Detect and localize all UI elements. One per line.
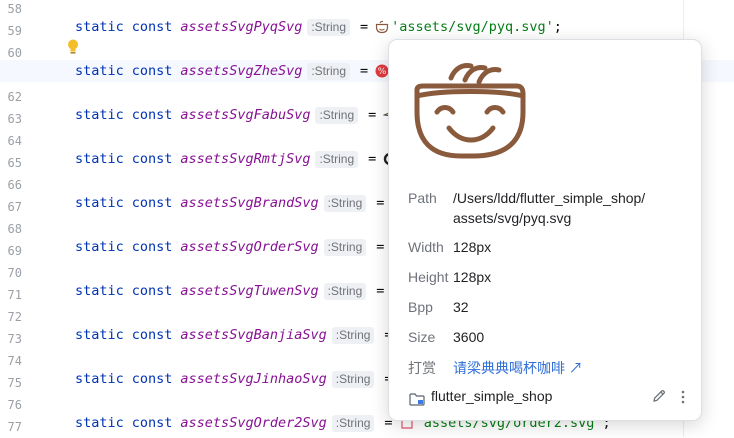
keyword-const: const bbox=[131, 19, 173, 35]
keyword-const: const bbox=[131, 63, 173, 79]
type-hint: :String bbox=[331, 370, 375, 388]
code-line[interactable]: static const assetsSvgFabuSvg :String = bbox=[75, 104, 399, 126]
equals-sign: = bbox=[376, 283, 385, 299]
field-name[interactable]: assetsSvgFabuSvg bbox=[180, 107, 310, 123]
path-value-line2[interactable]: assets/svg/pyq.svg bbox=[453, 210, 571, 226]
equals-sign: = bbox=[360, 19, 369, 35]
keyword-static: static bbox=[75, 19, 124, 35]
line-number: 67 bbox=[7, 200, 22, 214]
field-name[interactable]: assetsSvgOrderSvg bbox=[180, 239, 318, 255]
equals-sign: = bbox=[368, 151, 377, 167]
type-hint: :String bbox=[315, 106, 359, 124]
type-hint: :String bbox=[323, 238, 367, 256]
line-number: 64 bbox=[7, 134, 22, 148]
field-name[interactable]: assetsSvgRmtjSvg bbox=[180, 151, 310, 167]
line-number: 63 bbox=[7, 112, 22, 126]
field-name[interactable]: assetsSvgJinhaoSvg bbox=[180, 371, 326, 387]
keyword-static: static bbox=[75, 239, 124, 255]
type-hint: :String bbox=[323, 194, 367, 212]
keyword-const: const bbox=[131, 371, 173, 387]
keyword-static: static bbox=[75, 63, 124, 79]
field-name[interactable]: assetsSvgBrandSvg bbox=[180, 195, 318, 211]
lightbulb-icon[interactable] bbox=[66, 38, 80, 56]
size-value: 3600 bbox=[453, 329, 485, 345]
type-hint: :String bbox=[307, 18, 351, 36]
code-line[interactable]: staticconstassetsSvgJinhaoSvg:String= bbox=[75, 368, 400, 390]
keyword-static: static bbox=[75, 151, 124, 167]
line-number: 65 bbox=[7, 156, 22, 170]
svg-text:%: % bbox=[378, 67, 387, 77]
line-number: 74 bbox=[7, 354, 22, 368]
type-hint: :String bbox=[323, 282, 367, 300]
smile-bowl-icon bbox=[414, 63, 526, 159]
line-number: 77 bbox=[7, 420, 22, 434]
keyword-static: static bbox=[75, 195, 124, 211]
equals-sign: = bbox=[376, 195, 385, 211]
line-number: 73 bbox=[7, 332, 22, 346]
donate-label: 打赏 bbox=[408, 360, 436, 376]
field-name[interactable]: assetsSvgOrder2Svg bbox=[180, 415, 326, 431]
line-number: 68 bbox=[7, 222, 22, 236]
edit-pencil-icon[interactable] bbox=[651, 388, 667, 404]
line-number: 62 bbox=[7, 90, 22, 104]
string-literal: 'assets/svg/pyq.svg' bbox=[391, 19, 554, 35]
line-number: 70 bbox=[7, 266, 22, 280]
line-number: 69 bbox=[7, 244, 22, 258]
bpp-value: 32 bbox=[453, 299, 469, 315]
code-line[interactable]: static const assetsSvgPyqSvg :String = 'asset… bbox=[75, 16, 562, 38]
height-value: 128px bbox=[453, 269, 492, 285]
type-hint: :String bbox=[315, 150, 359, 168]
field-name[interactable]: assetsSvgTuwenSvg bbox=[180, 283, 318, 299]
line-number: 58 bbox=[7, 2, 22, 16]
height-label: Height bbox=[408, 269, 449, 285]
keyword-static: static bbox=[75, 371, 124, 387]
equals-sign: = bbox=[368, 107, 377, 123]
type-hint: :String bbox=[331, 414, 375, 432]
line-number: 72 bbox=[7, 310, 22, 324]
code-line[interactable]: staticconstassetsSvgZheSvg:String=%' bbox=[75, 60, 399, 82]
type-hint: :String bbox=[331, 326, 375, 344]
smile-bowl-icon[interactable] bbox=[375, 20, 389, 34]
field-name[interactable]: assetsSvgBanjiaSvg bbox=[180, 327, 326, 343]
project-folder-icon bbox=[409, 393, 425, 406]
keyword-static: static bbox=[75, 415, 124, 431]
keyword-const: const bbox=[131, 195, 173, 211]
equals-sign: = bbox=[376, 239, 385, 255]
keyword-const: const bbox=[131, 107, 173, 123]
code-line[interactable]: static const assetsSvgBrandSvg :String = bbox=[75, 192, 407, 214]
keyword-const: const bbox=[131, 327, 173, 343]
line-number: 71 bbox=[7, 288, 22, 302]
width-label: Width bbox=[408, 239, 444, 255]
keyword-static: static bbox=[75, 327, 124, 343]
code-line[interactable]: static const assetsSvgTuwenSvg :String = bbox=[75, 280, 407, 302]
more-options-icon[interactable] bbox=[677, 389, 689, 405]
keyword-const: const bbox=[131, 239, 173, 255]
line-number: 76 bbox=[7, 398, 22, 412]
path-value-line1[interactable]: /Users/ldd/flutter_simple_shop/ bbox=[453, 190, 645, 206]
line-number: 59 bbox=[7, 24, 22, 38]
keyword-const: const bbox=[131, 283, 173, 299]
type-hint: :String bbox=[307, 62, 351, 80]
code-line[interactable]: static const assetsSvgOrderSvg :String = bbox=[75, 236, 407, 258]
keyword-static: static bbox=[75, 283, 124, 299]
equals-sign: = bbox=[360, 63, 369, 79]
size-label: Size bbox=[408, 329, 436, 345]
semicolon: ; bbox=[553, 19, 562, 35]
bpp-label: Bpp bbox=[408, 299, 433, 315]
line-number: 66 bbox=[7, 178, 22, 192]
keyword-const: const bbox=[131, 151, 173, 167]
keyword-static: static bbox=[75, 107, 124, 123]
code-line[interactable]: static const assetsSvgRmtjSvg :String = bbox=[75, 148, 399, 170]
project-name[interactable]: flutter_simple_shop bbox=[431, 388, 552, 404]
width-value: 128px bbox=[453, 239, 492, 255]
code-line[interactable]: staticconstassetsSvgBanjiaSvg:String= bbox=[75, 324, 416, 346]
field-name[interactable]: assetsSvgZheSvg bbox=[180, 63, 302, 79]
keyword-const: const bbox=[131, 415, 173, 431]
line-number: 75 bbox=[7, 376, 22, 390]
image-preview-popup: Path /Users/ldd/flutter_simple_shop/ ass… bbox=[388, 39, 702, 421]
field-name[interactable]: assetsSvgPyqSvg bbox=[180, 19, 302, 35]
path-label: Path bbox=[408, 190, 437, 206]
donate-link[interactable]: 请梁典典喝杯咖啡 ↗ bbox=[453, 358, 583, 378]
